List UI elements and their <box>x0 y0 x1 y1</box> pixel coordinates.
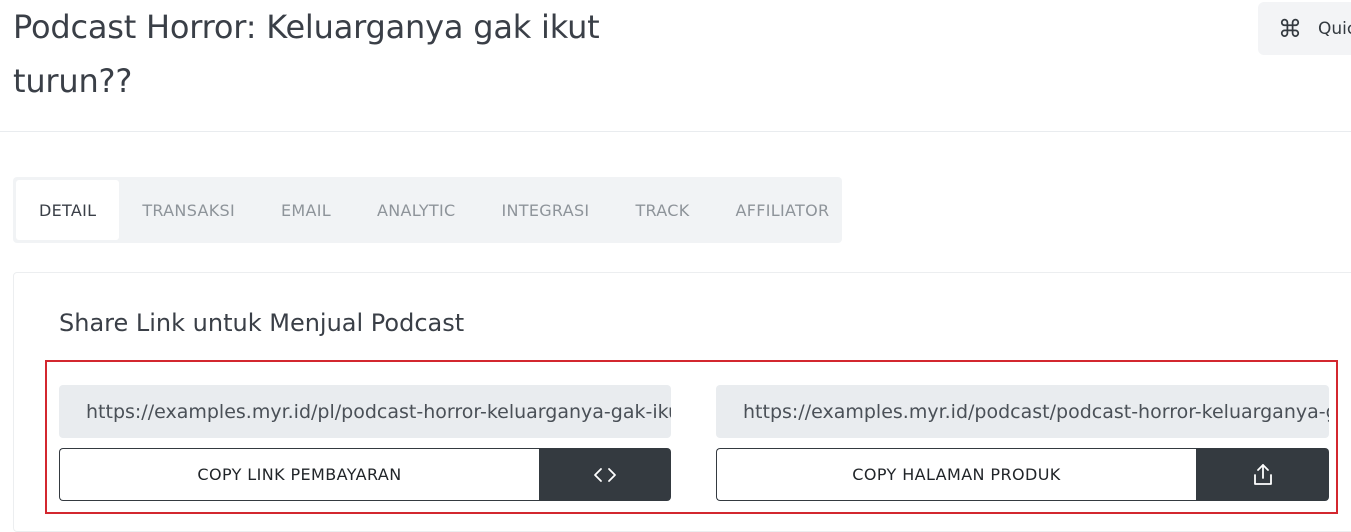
quick-search-button[interactable]: ⌘ Quic <box>1258 2 1351 55</box>
tab-email[interactable]: EMAIL <box>258 180 354 240</box>
copy-product-page-button[interactable]: COPY HALAMAN PRODUK <box>716 448 1196 501</box>
share-icon <box>1253 463 1272 485</box>
tab-integrasi[interactable]: INTEGRASI <box>478 180 612 240</box>
tab-track[interactable]: TRACK <box>612 180 712 240</box>
page-title: Podcast Horror: Keluarganya gak ikut tur… <box>13 8 600 100</box>
code-icon <box>594 467 616 482</box>
product-page-field[interactable]: https://examples.myr.id/podcast/podcast-… <box>716 385 1329 438</box>
embed-code-button[interactable] <box>539 448 671 501</box>
copy-payment-link-button[interactable]: COPY LINK PEMBAYARAN <box>59 448 539 501</box>
tab-detail[interactable]: DETAIL <box>16 180 120 240</box>
command-icon: ⌘ <box>1278 14 1302 43</box>
header-divider <box>0 131 1351 132</box>
payment-link-field[interactable]: https://examples.myr.id/pl/podcast-horro… <box>59 385 671 438</box>
tab-analytic[interactable]: ANALYTIC <box>354 180 479 240</box>
share-title: Share Link untuk Menjual Podcast <box>59 309 465 337</box>
payment-link-button-group: COPY LINK PEMBAYARAN <box>59 448 671 501</box>
quick-search-label: Quic <box>1318 18 1351 39</box>
tab-transaksi[interactable]: TRANSAKSI <box>119 180 258 240</box>
share-button[interactable] <box>1196 448 1329 501</box>
product-page-button-group: COPY HALAMAN PRODUK <box>716 448 1329 501</box>
tab-bar: DETAIL TRANSAKSI EMAIL ANALYTIC INTEGRAS… <box>13 177 842 243</box>
tab-affiliator[interactable]: AFFILIATOR <box>713 180 853 240</box>
